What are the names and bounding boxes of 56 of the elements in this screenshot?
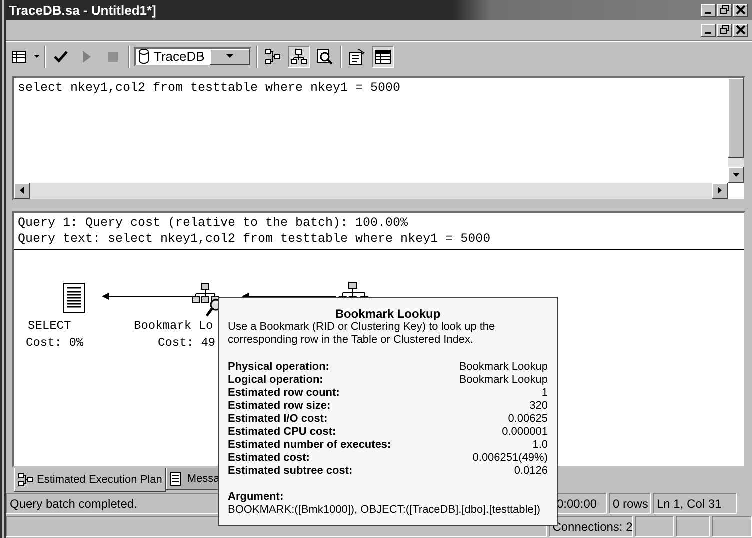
property-label: Estimated number of executes: bbox=[228, 439, 392, 452]
status-panel bbox=[676, 516, 710, 537]
property-value: Bookmark Lookup bbox=[458, 361, 548, 374]
property-value: 1 bbox=[540, 387, 548, 400]
minimize-button[interactable] bbox=[701, 4, 716, 16]
property-value: 0.00625 bbox=[507, 413, 548, 426]
status-panel bbox=[712, 516, 752, 537]
property-value: 1.0 bbox=[532, 439, 548, 452]
property-label: Estimated subtree cost: bbox=[228, 465, 354, 478]
minimize-button[interactable] bbox=[701, 24, 716, 36]
minimize-icon bbox=[704, 32, 710, 34]
plan-icon bbox=[18, 472, 34, 486]
property-value: 320 bbox=[528, 400, 548, 413]
database-dropdown[interactable]: TraceDB bbox=[134, 46, 252, 67]
property-label: Estimated I/O cost: bbox=[228, 413, 329, 426]
tooltip-title: Bookmark Lookup bbox=[334, 308, 442, 321]
row-count: 0 rows bbox=[609, 493, 651, 514]
right-arrow-icon[interactable] bbox=[718, 187, 722, 194]
property-value: 0.0126 bbox=[513, 465, 548, 478]
operator-cost: Cost: 49 bbox=[158, 336, 216, 351]
window-title: TraceDB.sa - Untitled1*] bbox=[8, 2, 156, 18]
property-label: Logical operation: bbox=[228, 374, 324, 387]
restore-button[interactable] bbox=[717, 4, 732, 16]
vertical-scrollbar[interactable] bbox=[728, 78, 744, 183]
property-value: Bookmark Lookup bbox=[458, 374, 548, 387]
down-arrow-icon[interactable] bbox=[732, 172, 740, 177]
restore-button[interactable] bbox=[717, 24, 732, 36]
minimize-icon bbox=[704, 12, 710, 14]
cursor-position: Ln 1, Col 31 bbox=[653, 493, 737, 514]
close-button[interactable] bbox=[733, 24, 748, 36]
property-label: Estimated CPU cost: bbox=[228, 426, 338, 439]
query-summary-line: Query text: select nkey1,col2 from testtable where nkey1 = 5000 bbox=[18, 230, 492, 247]
property-label: Estimated row size: bbox=[228, 400, 332, 413]
close-button[interactable] bbox=[733, 4, 748, 16]
property-value: 0.006251(49%) bbox=[472, 452, 548, 465]
argument-label: Argument: bbox=[228, 491, 285, 504]
property-value: 0.000001 bbox=[501, 426, 548, 439]
caret-icon bbox=[226, 54, 234, 60]
horizontal-scrollbar[interactable] bbox=[14, 182, 728, 199]
caret-icon[interactable] bbox=[34, 54, 40, 59]
database-icon bbox=[139, 49, 149, 64]
operator-cost: Cost: 0% bbox=[26, 336, 84, 351]
query-summary-line: Query 1: Query cost (relative to the batch): 100.00% bbox=[18, 214, 410, 231]
left-arrow-icon[interactable] bbox=[20, 187, 24, 194]
results-tab[interactable]: Estimated Execution Plan bbox=[14, 468, 166, 492]
property-label: Physical operation: bbox=[228, 361, 330, 374]
tooltip-description: Use a Bookmark (RID or Clustering Key) to look up the corresponding row in the Table or Clustered Index. bbox=[228, 321, 496, 347]
operator-name: SELECT bbox=[28, 318, 72, 334]
property-label: Estimated row count: bbox=[228, 387, 341, 400]
operator-name: Bookmark Lo bbox=[134, 318, 214, 334]
tree-icon[interactable] bbox=[288, 46, 310, 68]
document-icon bbox=[63, 282, 85, 313]
status-panel bbox=[634, 516, 674, 537]
argument-value: BOOKMARK:([Bmk1000]), OBJECT:([TraceDB].[dbo].[testtable]) bbox=[228, 504, 542, 517]
property-label: Estimated cost: bbox=[228, 452, 311, 465]
results-grid-icon[interactable] bbox=[372, 46, 394, 68]
